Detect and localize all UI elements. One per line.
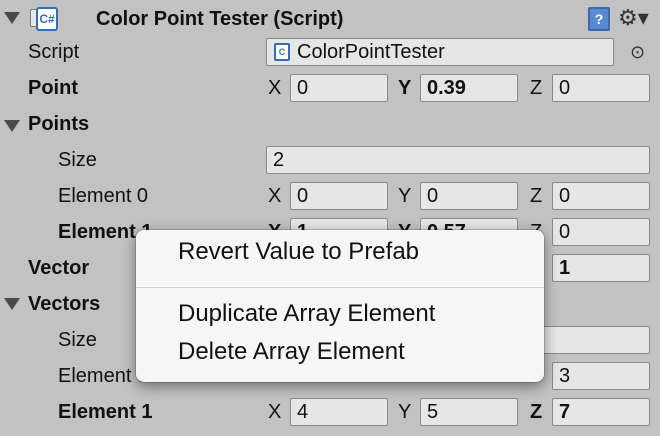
- vectors-element1-z-axis-label[interactable]: Z: [530, 394, 542, 430]
- points-element0-z-field[interactable]: 0: [552, 182, 650, 210]
- points-element0-x-field[interactable]: 0: [290, 182, 388, 210]
- points-label[interactable]: Points: [28, 106, 89, 142]
- vector-z-field[interactable]: 1: [552, 254, 650, 282]
- script-file-icon: C: [274, 43, 290, 61]
- vector-label: Vector: [28, 257, 90, 279]
- point-x-axis-label[interactable]: X: [268, 70, 281, 106]
- vectors-label[interactable]: Vectors: [28, 286, 100, 322]
- vectors-element0-z-field[interactable]: 3: [552, 362, 650, 390]
- vectors-element1-y-field[interactable]: 5: [420, 398, 518, 426]
- context-menu: Revert Value to Prefab Duplicate Array E…: [136, 230, 544, 382]
- points-foldout-arrow[interactable]: [4, 120, 20, 132]
- script-field[interactable]: ColorPointTester: [266, 38, 614, 66]
- menu-separator: [136, 287, 544, 288]
- vectors-element0-label: Element 0: [58, 365, 149, 387]
- delete-array-element-item[interactable]: Delete Array Element: [178, 338, 405, 366]
- points-size-field[interactable]: 2: [266, 146, 650, 174]
- points-element0-z-axis-label[interactable]: Z: [530, 178, 542, 214]
- point-z-field[interactable]: 0: [552, 74, 650, 102]
- vectors-element1-y-axis-label[interactable]: Y: [398, 394, 411, 430]
- script-field-value: ColorPointTester: [297, 41, 445, 63]
- revert-value-to-prefab-item[interactable]: Revert Value to Prefab: [178, 238, 419, 266]
- point-z-axis-label[interactable]: Z: [530, 70, 542, 106]
- vectors-element1-z-field[interactable]: 7: [552, 398, 650, 426]
- vectors-element1-label: Element 1: [58, 401, 153, 423]
- point-x-field[interactable]: 0: [290, 74, 388, 102]
- script-label: Script: [28, 41, 80, 63]
- duplicate-array-element-item[interactable]: Duplicate Array Element: [178, 300, 435, 328]
- point-y-field[interactable]: 0.39: [420, 74, 518, 102]
- vectors-foldout-arrow[interactable]: [4, 298, 20, 310]
- object-picker-icon[interactable]: ⊙: [630, 40, 645, 64]
- points-element0-y-field[interactable]: 0: [420, 182, 518, 210]
- point-y-axis-label[interactable]: Y: [398, 70, 411, 106]
- component-title: Color Point Tester (Script): [96, 8, 344, 30]
- points-size-label: Size: [58, 149, 97, 171]
- component-foldout-arrow[interactable]: [4, 12, 20, 24]
- points-element0-y-axis-label[interactable]: Y: [398, 178, 411, 214]
- gear-icon[interactable]: ⚙▾: [618, 3, 649, 33]
- points-element0-x-axis-label[interactable]: X: [268, 178, 281, 214]
- help-book-icon[interactable]: ?: [588, 7, 610, 31]
- vectors-element1-x-axis-label[interactable]: X: [268, 394, 281, 430]
- csharp-script-icon: C#: [36, 7, 58, 31]
- points-element1-z-field[interactable]: 0: [552, 218, 650, 246]
- point-label: Point: [28, 77, 78, 99]
- vectors-element1-x-field[interactable]: 4: [290, 398, 388, 426]
- vectors-size-label: Size: [58, 329, 97, 351]
- points-element0-label: Element 0: [58, 185, 149, 207]
